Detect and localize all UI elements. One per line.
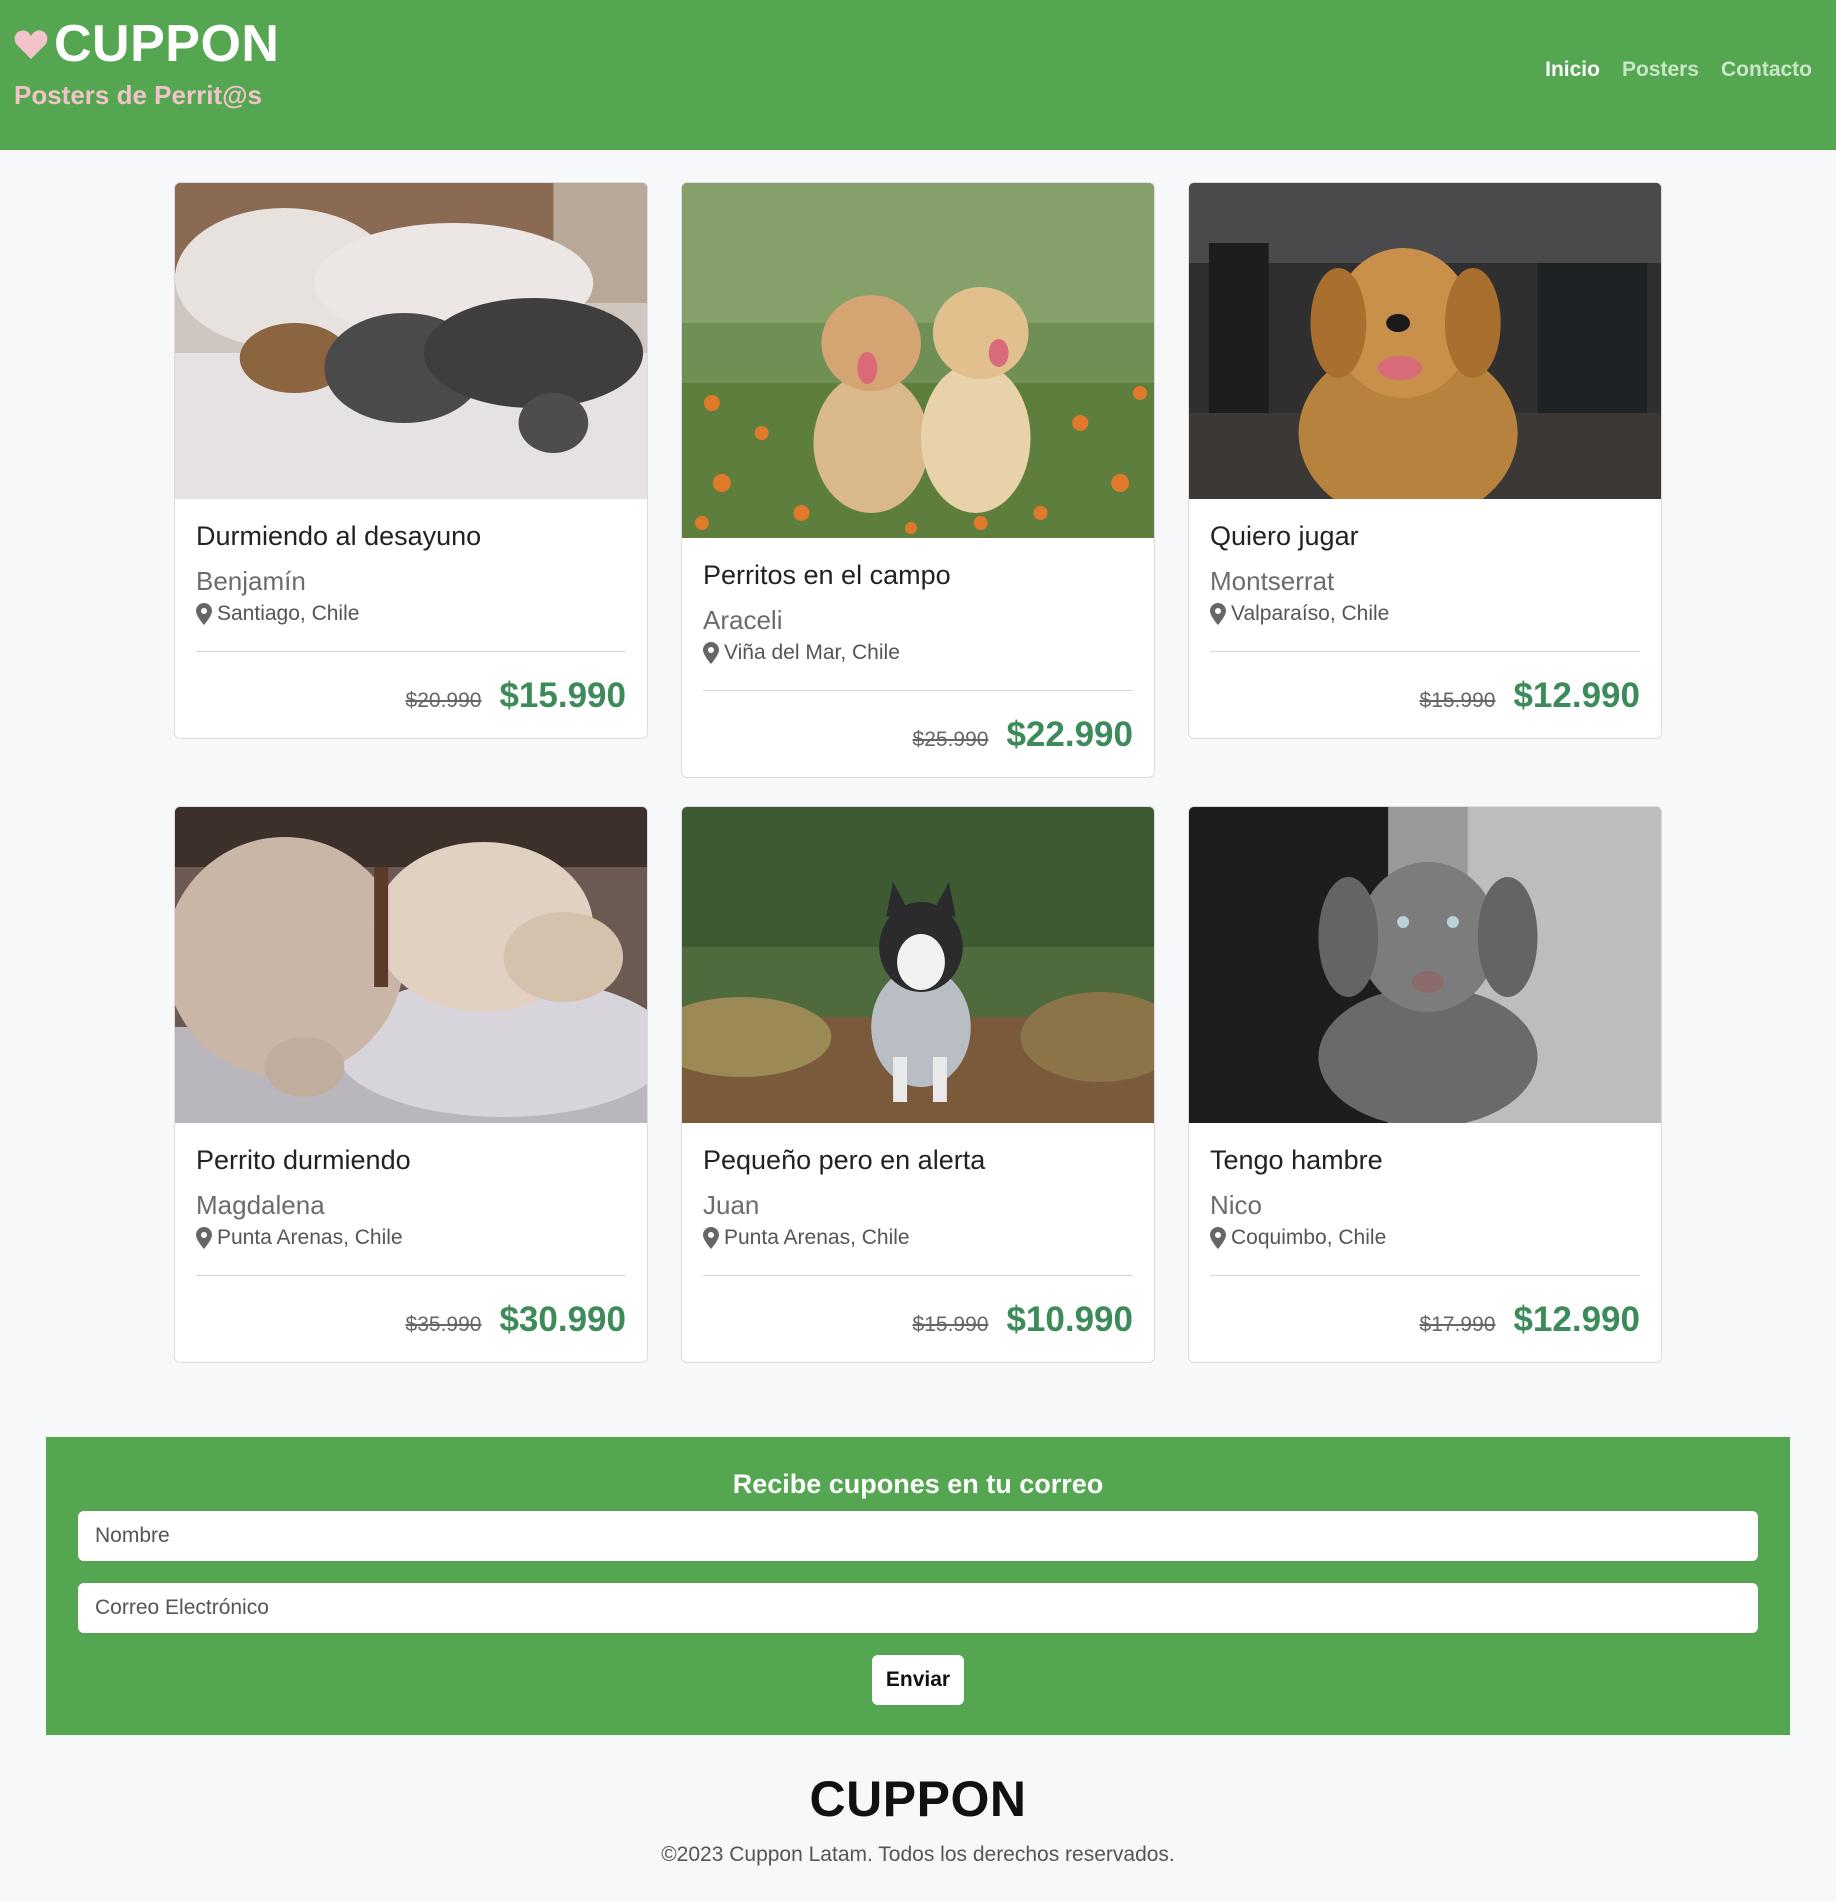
card-title: Perrito durmiendo [196, 1145, 411, 1175]
card-divider [703, 690, 1133, 691]
nav-posters[interactable]: Posters [1622, 58, 1699, 82]
poster-card[interactable]: Durmiendo al desayuno Benjamín Santiago,… [174, 182, 648, 739]
brand-subtitle: Posters de Perrit@s [14, 80, 262, 110]
card-divider [1210, 651, 1640, 652]
card-title: Perritos en el campo [703, 560, 951, 590]
location-pin-icon [196, 1227, 212, 1249]
brand[interactable]: CUPPON Posters de Perrit@s [14, 16, 279, 110]
footer-copyright: ©2023 Cuppon Latam. Todos los derechos r… [661, 1843, 1175, 1866]
card-location: Santiago, Chile [196, 601, 626, 627]
old-price: $17.990 [1419, 1313, 1496, 1336]
card-title: Tengo hambre [1210, 1145, 1383, 1175]
poster-card[interactable]: Perrito durmiendo Magdalena Punta Arenas… [174, 806, 648, 1363]
card-location-text: Punta Arenas, Chile [724, 1226, 910, 1249]
sale-price: $12.990 [1513, 1300, 1640, 1339]
card-author: Montserrat [1210, 566, 1335, 596]
sale-price: $30.990 [499, 1300, 626, 1339]
card-author: Nico [1210, 1190, 1263, 1220]
email-input[interactable] [78, 1583, 1758, 1633]
card-divider [1210, 1275, 1640, 1276]
poster-image-husky-puppy[interactable] [682, 807, 1154, 1123]
poster-image-dogs-sleeping-bed[interactable] [175, 183, 647, 499]
location-pin-icon [703, 1227, 719, 1249]
price-row: $35.990 $30.990 [196, 1300, 626, 1340]
card-location-text: Coquimbo, Chile [1231, 1226, 1387, 1249]
card-title: Pequeño pero en alerta [703, 1145, 986, 1175]
price-row: $17.990 $12.990 [1210, 1300, 1640, 1340]
poster-card[interactable]: Tengo hambre Nico Coquimbo, Chile $17.99… [1188, 806, 1662, 1363]
poster-card[interactable]: Perritos en el campo Araceli Viña del Ma… [681, 182, 1155, 778]
card-author: Araceli [703, 605, 783, 635]
card-divider [196, 651, 626, 652]
sale-price: $12.990 [1513, 676, 1640, 715]
price-row: $25.990 $22.990 [703, 715, 1133, 755]
card-author: Magdalena [196, 1190, 325, 1220]
card-title: Quiero jugar [1210, 521, 1359, 551]
old-price: $25.990 [912, 728, 989, 751]
poster-grid: Durmiendo al desayuno Benjamín Santiago,… [174, 182, 1662, 1363]
location-pin-icon [196, 603, 212, 625]
card-divider [196, 1275, 626, 1276]
footer-logo: CUPPON [809, 1771, 1027, 1827]
location-pin-icon [1210, 603, 1226, 625]
poster-image-dog-sleeping[interactable] [175, 807, 647, 1123]
card-location-text: Viña del Mar, Chile [724, 641, 900, 664]
location-pin-icon [703, 642, 719, 664]
old-price: $15.990 [1419, 689, 1496, 712]
nav-contacto[interactable]: Contacto [1721, 58, 1812, 82]
old-price: $20.990 [405, 689, 482, 712]
card-location: Punta Arenas, Chile [703, 1225, 1133, 1251]
poster-image-puppies-field[interactable] [682, 183, 1154, 538]
card-location: Valparaíso, Chile [1210, 601, 1640, 627]
card-location-text: Punta Arenas, Chile [217, 1226, 403, 1249]
card-title: Durmiendo al desayuno [196, 521, 482, 551]
heart-icon [14, 30, 48, 59]
location-pin-icon [1210, 1227, 1226, 1249]
newsletter-section: Recibe cupones en tu correo Enviar [46, 1437, 1790, 1735]
sale-price: $15.990 [499, 676, 626, 715]
poster-card[interactable]: Pequeño pero en alerta Juan Punta Arenas… [681, 806, 1155, 1363]
card-divider [703, 1275, 1133, 1276]
price-row: $20.990 $15.990 [196, 676, 626, 716]
brand-title: CUPPON [54, 15, 280, 73]
price-row: $15.990 $12.990 [1210, 676, 1640, 716]
newsletter-title: Recibe cupones en tu correo [732, 1469, 1104, 1499]
card-location: Coquimbo, Chile [1210, 1225, 1640, 1251]
card-author: Juan [703, 1190, 760, 1220]
card-location: Viña del Mar, Chile [703, 640, 1133, 666]
card-location: Punta Arenas, Chile [196, 1225, 626, 1251]
old-price: $15.990 [912, 1313, 989, 1336]
send-button[interactable]: Enviar [872, 1655, 964, 1705]
name-input[interactable] [78, 1511, 1758, 1561]
sale-price: $22.990 [1006, 715, 1133, 754]
card-author: Benjamín [196, 566, 306, 596]
card-location-text: Valparaíso, Chile [1231, 602, 1390, 625]
nav-inicio[interactable]: Inicio [1545, 58, 1600, 82]
main-nav: Inicio Posters Contacto [1545, 58, 1812, 82]
card-location-text: Santiago, Chile [217, 602, 360, 625]
sale-price: $10.990 [1006, 1300, 1133, 1339]
poster-card[interactable]: Quiero jugar Montserrat Valparaíso, Chil… [1188, 182, 1662, 739]
poster-image-weimaraner-puppy[interactable] [1189, 807, 1661, 1123]
price-row: $15.990 $10.990 [703, 1300, 1133, 1340]
poster-image-golden-retriever[interactable] [1189, 183, 1661, 499]
site-header: CUPPON Posters de Perrit@s Inicio Poster… [0, 0, 1836, 150]
old-price: $35.990 [405, 1313, 482, 1336]
